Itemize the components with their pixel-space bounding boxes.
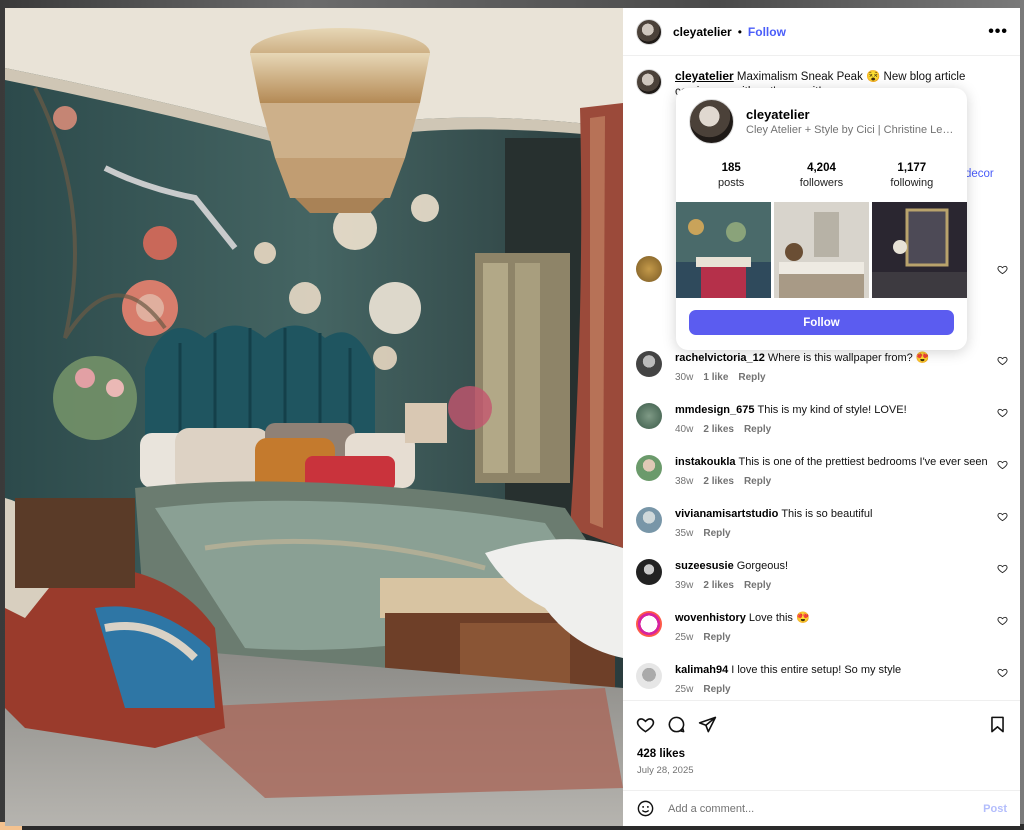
author-avatar[interactable] — [636, 18, 662, 45]
comment-input[interactable]: Add a comment... — [668, 803, 983, 815]
commenter-avatar[interactable] — [636, 559, 662, 585]
comment-username[interactable]: instakoukla — [675, 456, 736, 468]
post-actions: 428 likes July 28, 2025 — [623, 700, 1020, 790]
comment-composer: Add a comment... Post — [623, 790, 1020, 826]
reply-button[interactable]: Reply — [703, 528, 730, 539]
share-icon[interactable] — [698, 715, 717, 734]
reply-button[interactable]: Reply — [738, 372, 765, 383]
hashtag-link[interactable]: decor — [965, 168, 994, 180]
commenter-avatar[interactable] — [636, 403, 662, 429]
thumbnail-2[interactable] — [774, 202, 869, 298]
commenter-avatar[interactable] — [636, 611, 662, 637]
comment-text: I love this entire setup! So my style — [731, 664, 902, 676]
hovercard-avatar[interactable] — [689, 99, 734, 144]
emoji-icon[interactable] — [636, 799, 655, 818]
thumbnail-3[interactable] — [872, 202, 967, 298]
hovercard-thumbnails — [676, 202, 967, 298]
heart-icon[interactable] — [997, 264, 1008, 275]
comment-text: Love this 😍 — [748, 612, 810, 624]
comment-likes[interactable]: 2 likes — [703, 580, 734, 591]
comment-text: Where is this wallpaper from? 😍 — [767, 352, 930, 364]
stat-followers[interactable]: 4,204 followers — [776, 162, 866, 189]
reply-button[interactable]: Reply — [744, 424, 771, 435]
comment-item: vivianamisartstudio This is so beautiful … — [636, 507, 1008, 539]
comment-username[interactable]: mmdesign_675 — [675, 404, 754, 416]
comment-age: 25w — [675, 632, 694, 643]
commenter-avatar[interactable] — [636, 507, 662, 533]
comment-age: 30w — [675, 372, 694, 383]
heart-icon[interactable] — [997, 459, 1008, 470]
stat-following[interactable]: 1,177 following — [867, 162, 957, 189]
more-icon[interactable]: ••• — [988, 23, 1008, 39]
comment-item: instakoukla This is one of the prettiest … — [636, 455, 1008, 487]
commenter-avatar[interactable] — [636, 351, 662, 377]
bookmark-icon[interactable] — [988, 715, 1007, 734]
comment-item: wovenhistory Love this 😍 25w Reply — [636, 611, 1008, 643]
comment-item: suzeesusie Gorgeous! 39w 2 likes Reply — [636, 559, 1008, 591]
reply-button[interactable]: Reply — [703, 632, 730, 643]
post-comment-button[interactable]: Post — [983, 803, 1007, 815]
heart-icon[interactable] — [997, 355, 1008, 366]
comment-text: This is my kind of style! LOVE! — [757, 404, 907, 416]
commenter-avatar[interactable] — [636, 455, 662, 481]
comment-icon[interactable] — [667, 715, 686, 734]
comment-username[interactable]: vivianamisartstudio — [675, 508, 778, 520]
comment-age: 25w — [675, 684, 694, 695]
hovercard-stats: 185 posts 4,204 followers 1,177 following — [676, 162, 967, 189]
heart-icon[interactable] — [997, 407, 1008, 418]
comment-likes[interactable]: 1 like — [703, 372, 728, 383]
post-photo[interactable] — [5, 8, 623, 826]
comment-text: This is so beautiful — [781, 508, 873, 520]
comment-username[interactable]: kalimah94 — [675, 664, 728, 676]
thumbnail-1[interactable] — [676, 202, 771, 298]
comment-age: 38w — [675, 476, 694, 487]
heart-icon[interactable] — [997, 667, 1008, 678]
commenter-avatar[interactable] — [636, 663, 662, 689]
comment-likes[interactable]: 2 likes — [703, 476, 734, 487]
post-date: July 28, 2025 — [637, 765, 694, 776]
likes-count[interactable]: 428 likes — [637, 748, 1020, 760]
comment-username[interactable]: wovenhistory — [675, 612, 746, 624]
heart-icon[interactable] — [997, 615, 1008, 626]
heart-icon[interactable] — [997, 563, 1008, 574]
comment-item: kalimah94 I love this entire setup! So my… — [636, 663, 1008, 695]
comment-item: mmdesign_675 This is my kind of style! LO… — [636, 403, 1008, 435]
comment-age: 35w — [675, 528, 694, 539]
header-follow-button[interactable]: Follow — [748, 25, 786, 39]
comment-text: This is one of the prettiest bedrooms I'… — [738, 456, 988, 468]
separator-dot: • — [737, 24, 742, 39]
comment-username[interactable]: rachelvictoria_12 — [675, 352, 765, 364]
post-header: cleyatelier • Follow ••• — [623, 8, 1020, 56]
heart-icon[interactable] — [636, 715, 655, 734]
comment-age: 40w — [675, 424, 694, 435]
heart-icon[interactable] — [997, 511, 1008, 522]
hovercard-username[interactable]: cleyatelier — [746, 107, 956, 122]
reply-button[interactable]: Reply — [744, 476, 771, 487]
comment-item: rachelvictoria_12 Where is this wallpaper… — [636, 351, 1008, 383]
comment-text: Gorgeous! — [736, 560, 789, 572]
comment-likes[interactable]: 2 likes — [703, 424, 734, 435]
hovercard-follow-button[interactable]: Follow — [689, 310, 954, 335]
stat-posts: 185 posts — [718, 162, 745, 189]
caption-avatar[interactable] — [636, 69, 662, 95]
author-username[interactable]: cleyatelier — [673, 25, 732, 39]
commenter-avatar[interactable] — [636, 256, 662, 282]
reply-button[interactable]: Reply — [703, 684, 730, 695]
reply-button[interactable]: Reply — [744, 580, 771, 591]
comment-username[interactable]: suzeesusie — [675, 560, 734, 572]
profile-hovercard: cleyatelier Cley Atelier + Style by Cici… — [676, 88, 967, 350]
comment-age: 39w — [675, 580, 694, 591]
hovercard-fullname: Cley Atelier + Style by Cici | Christine… — [746, 124, 956, 136]
caption-username[interactable]: cleyatelier — [675, 69, 734, 83]
